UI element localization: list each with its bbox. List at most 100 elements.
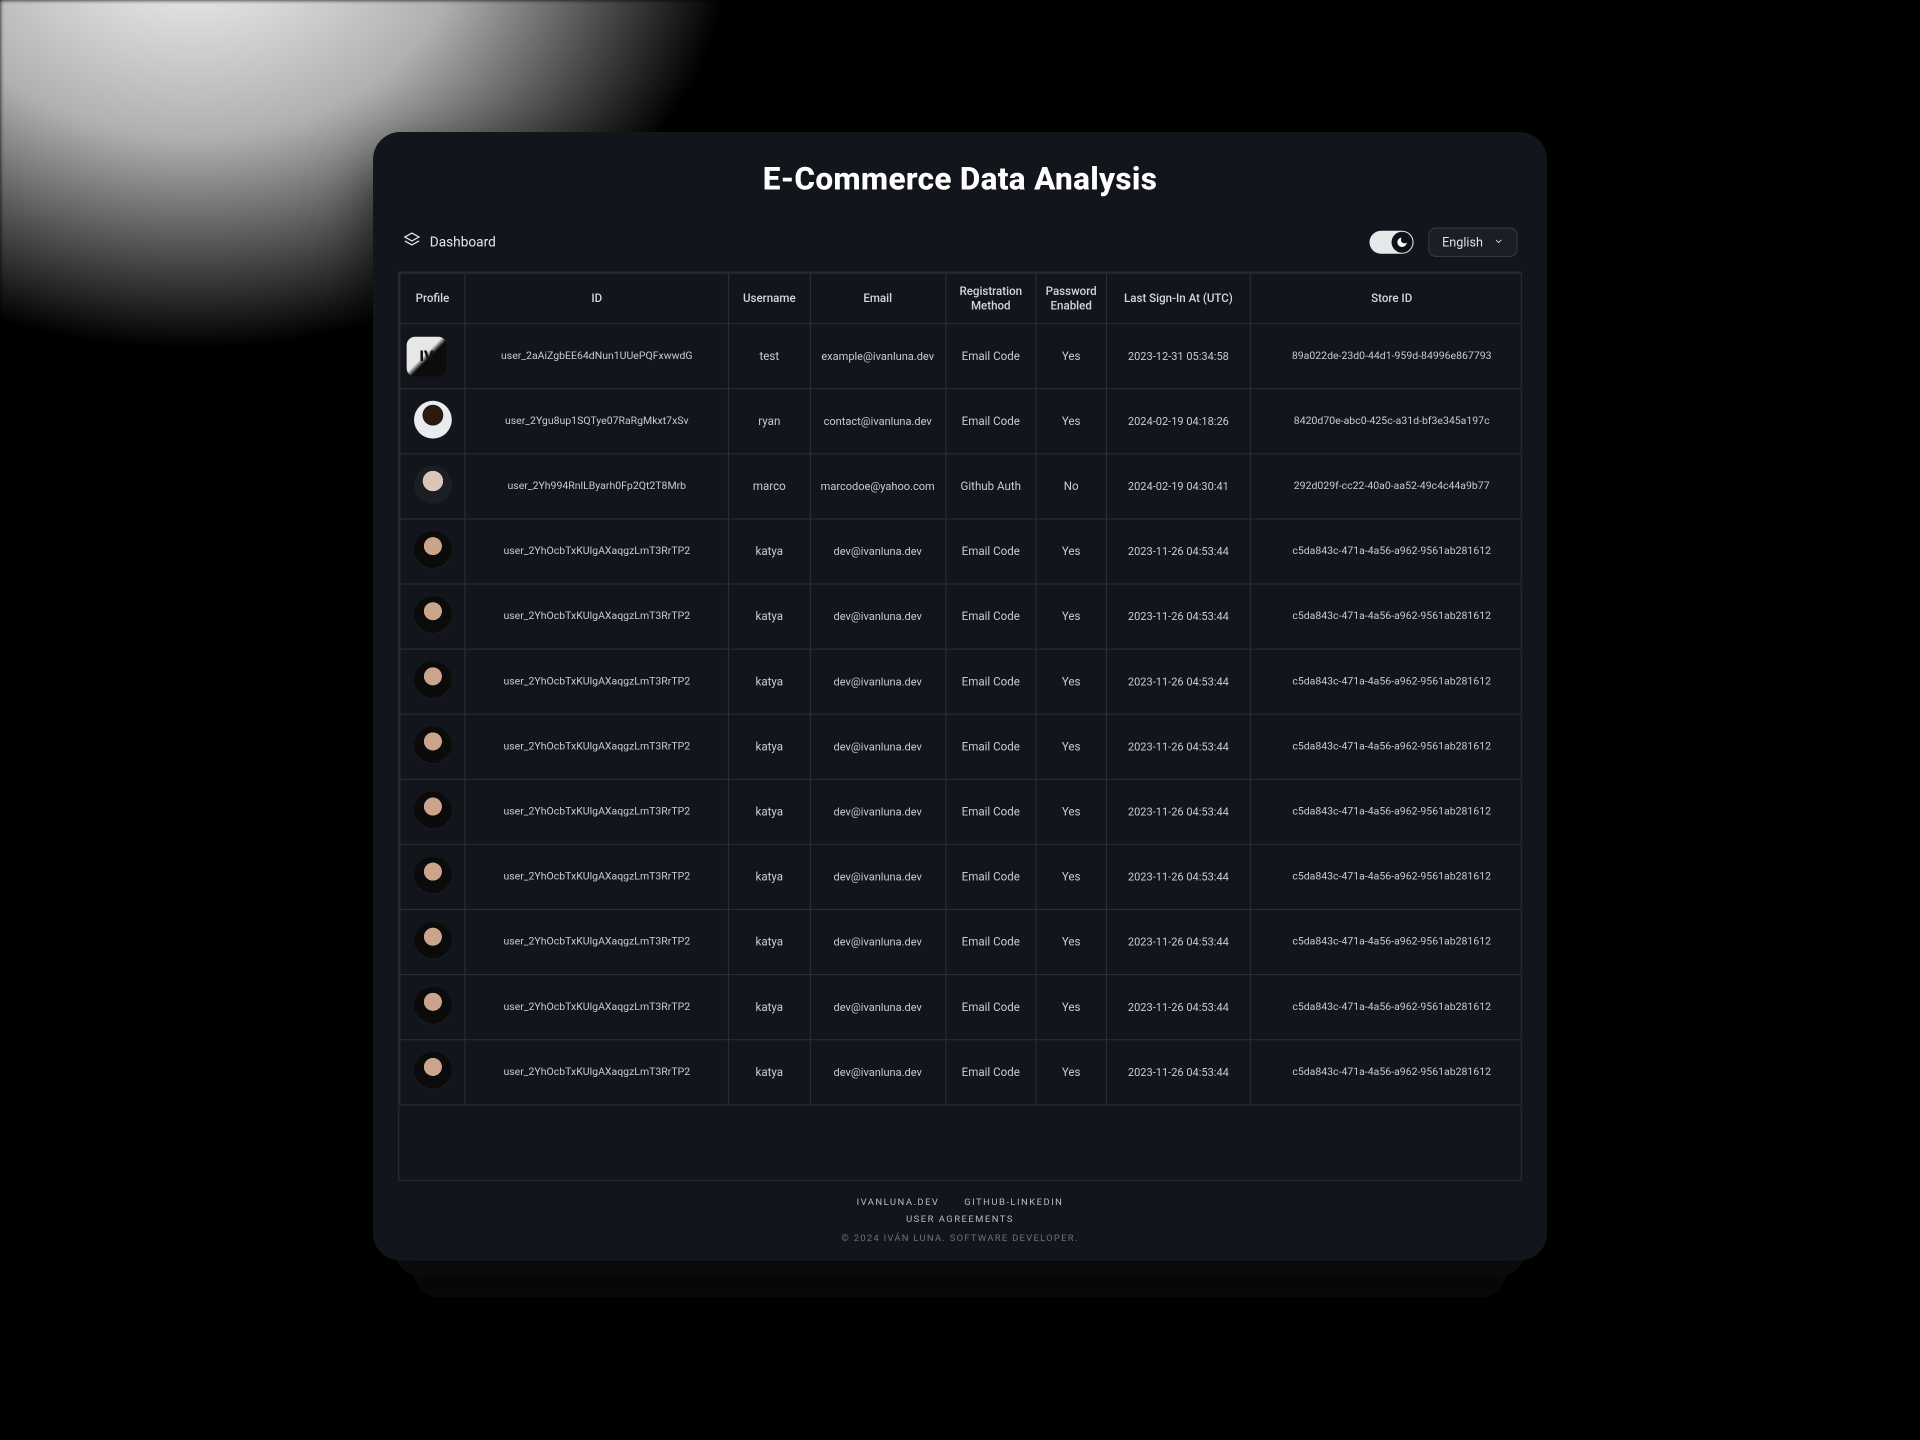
cell-pw: Yes	[1036, 779, 1106, 844]
cell-pw: Yes	[1036, 649, 1106, 714]
cell-last: 2023-11-26 04:53:44	[1106, 779, 1251, 844]
col-email[interactable]: Email	[810, 273, 945, 323]
cell-store: 8420d70e-abc0-425c-a31d-bf3e345a197c	[1251, 389, 1522, 454]
cell-id: user_2Yh994RnlLByarh0Fp2Qt2T8Mrb	[465, 454, 728, 519]
cell-last: 2024-02-19 04:30:41	[1106, 454, 1251, 519]
cell-reg: Email Code	[945, 389, 1036, 454]
avatar	[414, 726, 452, 764]
col-id[interactable]: ID	[465, 273, 728, 323]
table-body: IVuser_2aAiZgbEE64dNun1UUePQFxwwdGtestex…	[400, 324, 1522, 1105]
cell-pw: Yes	[1036, 584, 1106, 649]
table-row[interactable]: user_2YhOcbTxKUlgAXaqgzLmT3RrTP2katyadev…	[400, 910, 1522, 975]
cell-store: c5da843c-471a-4a56-a962-9561ab281612	[1251, 584, 1522, 649]
cell-username: katya	[729, 844, 811, 909]
cell-username: katya	[729, 779, 811, 844]
table-row[interactable]: user_2YhOcbTxKUlgAXaqgzLmT3RrTP2katyadev…	[400, 844, 1522, 909]
avatar	[414, 596, 452, 634]
chevron-down-icon	[1493, 235, 1504, 250]
cell-username: ryan	[729, 389, 811, 454]
cell-store: c5da843c-471a-4a56-a962-9561ab281612	[1251, 519, 1522, 584]
cell-username: marco	[729, 454, 811, 519]
avatar	[414, 531, 452, 569]
col-store[interactable]: Store ID	[1251, 273, 1522, 323]
cell-pw: Yes	[1036, 910, 1106, 975]
table-row[interactable]: IVuser_2aAiZgbEE64dNun1UUePQFxwwdGtestex…	[400, 324, 1522, 389]
col-pw[interactable]: Password Enabled	[1036, 273, 1106, 323]
cell-reg: Email Code	[945, 1040, 1036, 1105]
cell-id: user_2YhOcbTxKUlgAXaqgzLmT3RrTP2	[465, 975, 728, 1040]
breadcrumb[interactable]: Dashboard	[402, 231, 495, 254]
cell-id: user_2YhOcbTxKUlgAXaqgzLmT3RrTP2	[465, 910, 728, 975]
cell-store: c5da843c-471a-4a56-a962-9561ab281612	[1251, 910, 1522, 975]
table-row[interactable]: user_2YhOcbTxKUlgAXaqgzLmT3RrTP2katyadev…	[400, 779, 1522, 844]
table-header: Profile ID Username Email Registration M…	[400, 273, 1522, 323]
cell-email: example@ivanluna.dev	[810, 324, 945, 389]
table-row[interactable]: user_2YhOcbTxKUlgAXaqgzLmT3RrTP2katyadev…	[400, 519, 1522, 584]
dashboard-card: E-Commerce Data Analysis Dashboard	[373, 132, 1547, 1261]
table-row[interactable]: user_2YhOcbTxKUlgAXaqgzLmT3RrTP2katyadev…	[400, 714, 1522, 779]
col-profile[interactable]: Profile	[400, 273, 465, 323]
cell-pw: Yes	[1036, 975, 1106, 1040]
avatar	[414, 987, 452, 1025]
avatar	[414, 791, 452, 829]
col-username[interactable]: Username	[729, 273, 811, 323]
cell-last: 2023-12-31 05:34:58	[1106, 324, 1251, 389]
cell-pw: Yes	[1036, 519, 1106, 584]
moon-icon	[1396, 232, 1409, 252]
cell-reg: Email Code	[945, 519, 1036, 584]
table-row[interactable]: user_2Ygu8up1SQTye07RaRgMkxt7xSvryancont…	[400, 389, 1522, 454]
cell-last: 2023-11-26 04:53:44	[1106, 649, 1251, 714]
cell-username: katya	[729, 519, 811, 584]
cell-last: 2023-11-26 04:53:44	[1106, 910, 1251, 975]
cell-last: 2024-02-19 04:18:26	[1106, 389, 1251, 454]
table-row[interactable]: user_2YhOcbTxKUlgAXaqgzLmT3RrTP2katyadev…	[400, 649, 1522, 714]
cell-email: dev@ivanluna.dev	[810, 975, 945, 1040]
cell-last: 2023-11-26 04:53:44	[1106, 975, 1251, 1040]
cell-username: katya	[729, 1040, 811, 1105]
col-last[interactable]: Last Sign-In At (UTC)	[1106, 273, 1251, 323]
cell-reg: Email Code	[945, 649, 1036, 714]
table-row[interactable]: user_2YhOcbTxKUlgAXaqgzLmT3RrTP2katyadev…	[400, 975, 1522, 1040]
layers-icon	[402, 231, 421, 254]
cell-email: contact@ivanluna.dev	[810, 389, 945, 454]
theme-toggle[interactable]	[1370, 231, 1414, 254]
cell-store: c5da843c-471a-4a56-a962-9561ab281612	[1251, 1040, 1522, 1105]
cell-email: dev@ivanluna.dev	[810, 910, 945, 975]
cell-email: dev@ivanluna.dev	[810, 1040, 945, 1105]
cell-pw: Yes	[1036, 714, 1106, 779]
cell-id: user_2YhOcbTxKUlgAXaqgzLmT3RrTP2	[465, 519, 728, 584]
cell-id: user_2YhOcbTxKUlgAXaqgzLmT3RrTP2	[465, 1040, 728, 1105]
col-reg[interactable]: Registration Method	[945, 273, 1036, 323]
avatar	[414, 856, 452, 894]
footer-link-agreements[interactable]: USER AGREEMENTS	[906, 1215, 1014, 1226]
table-row[interactable]: user_2YhOcbTxKUlgAXaqgzLmT3RrTP2katyadev…	[400, 584, 1522, 649]
table-row[interactable]: user_2YhOcbTxKUlgAXaqgzLmT3RrTP2katyadev…	[400, 1040, 1522, 1105]
cell-reg: Email Code	[945, 779, 1036, 844]
cell-username: katya	[729, 649, 811, 714]
cell-email: dev@ivanluna.dev	[810, 519, 945, 584]
topbar: Dashboard English	[373, 207, 1547, 272]
footer-link-social[interactable]: GITHUB-LINKEDIN	[964, 1198, 1063, 1209]
footer-link-site[interactable]: IVANLUNA.DEV	[857, 1198, 940, 1209]
avatar	[414, 1052, 452, 1090]
table-row[interactable]: user_2Yh994RnlLByarh0Fp2Qt2T8Mrbmarcomar…	[400, 454, 1522, 519]
cell-reg: Email Code	[945, 714, 1036, 779]
cell-last: 2023-11-26 04:53:44	[1106, 844, 1251, 909]
cell-email: dev@ivanluna.dev	[810, 844, 945, 909]
cell-email: dev@ivanluna.dev	[810, 779, 945, 844]
cell-reg: Email Code	[945, 584, 1036, 649]
avatar	[414, 466, 452, 504]
footer: IVANLUNA.DEV GITHUB-LINKEDIN USER AGREEM…	[373, 1181, 1547, 1261]
cell-pw: Yes	[1036, 324, 1106, 389]
avatar	[414, 401, 452, 439]
cell-store: c5da843c-471a-4a56-a962-9561ab281612	[1251, 844, 1522, 909]
cell-id: user_2aAiZgbEE64dNun1UUePQFxwwdG	[465, 324, 728, 389]
cell-last: 2023-11-26 04:53:44	[1106, 714, 1251, 779]
language-select[interactable]: English	[1428, 228, 1517, 257]
cell-email: dev@ivanluna.dev	[810, 649, 945, 714]
cell-last: 2023-11-26 04:53:44	[1106, 519, 1251, 584]
cell-id: user_2YhOcbTxKUlgAXaqgzLmT3RrTP2	[465, 779, 728, 844]
cell-id: user_2YhOcbTxKUlgAXaqgzLmT3RrTP2	[465, 584, 728, 649]
cell-store: 89a022de-23d0-44d1-959d-84996e867793	[1251, 324, 1522, 389]
cell-id: user_2YhOcbTxKUlgAXaqgzLmT3RrTP2	[465, 714, 728, 779]
